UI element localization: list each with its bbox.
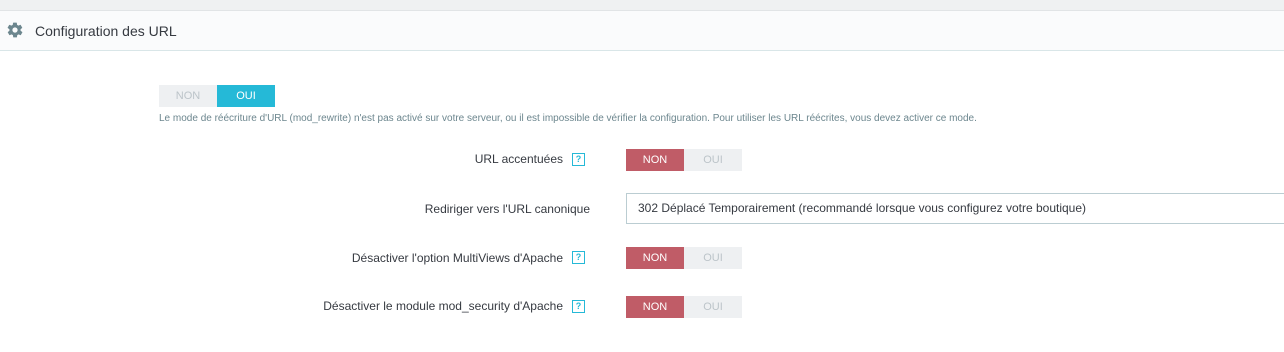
accented-urls-label: URL accentuées (474, 152, 563, 166)
panel-header: Configuration des URL (0, 11, 1284, 51)
multiviews-switch[interactable]: NON OUI (626, 247, 742, 269)
top-strip (0, 0, 1284, 11)
help-icon[interactable]: ? (572, 153, 585, 166)
canonical-redirect-label: Rediriger vers l'URL canonique (424, 202, 590, 216)
mod-security-label: Désactiver le module mod_security d'Apac… (323, 299, 563, 313)
multiviews-switch-off[interactable]: NON (626, 247, 684, 269)
mod-security-switch[interactable]: NON OUI (626, 296, 742, 318)
panel-title: Configuration des URL (35, 23, 177, 39)
gear-icon (7, 22, 23, 38)
rewrite-switch-on[interactable]: OUI (217, 85, 275, 107)
help-icon[interactable]: ? (572, 251, 585, 264)
accented-urls-switch-on[interactable]: OUI (684, 149, 742, 171)
canonical-redirect-select[interactable]: 302 Déplacé Temporairement (recommandé l… (626, 193, 1284, 224)
rewrite-switch[interactable]: NON OUI (159, 85, 275, 107)
rewrite-help-text: Le mode de réécriture d'URL (mod_rewrite… (159, 113, 977, 124)
rewrite-switch-off[interactable]: NON (159, 85, 217, 107)
accented-urls-switch-off[interactable]: NON (626, 149, 684, 171)
multiviews-label: Désactiver l'option MultiViews d'Apache (351, 251, 563, 265)
mod-security-switch-on[interactable]: OUI (684, 296, 742, 318)
mod-security-switch-off[interactable]: NON (626, 296, 684, 318)
multiviews-switch-on[interactable]: OUI (684, 247, 742, 269)
help-icon[interactable]: ? (572, 300, 585, 313)
accented-urls-switch[interactable]: NON OUI (626, 149, 742, 171)
